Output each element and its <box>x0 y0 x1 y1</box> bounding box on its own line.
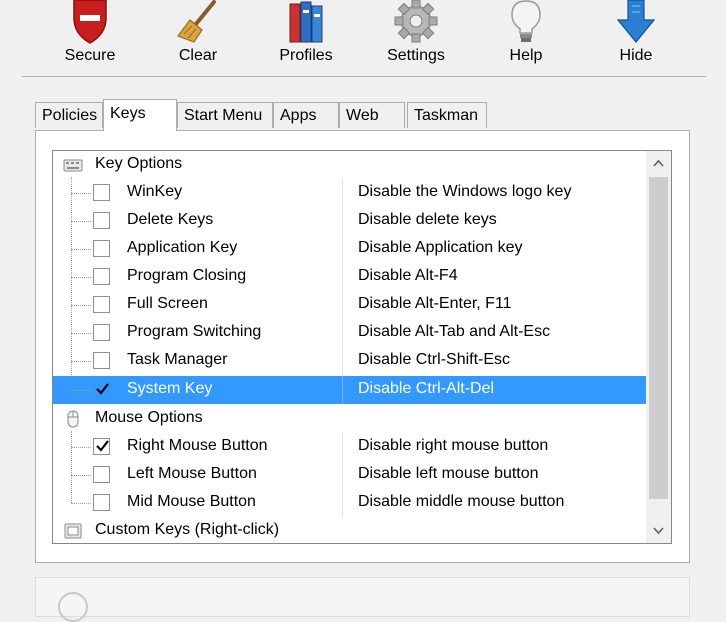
option-description: Disable Alt-Tab and Alt-Esc <box>358 323 551 340</box>
option-description: Disable Alt-Enter, F11 <box>358 295 512 312</box>
hide-button[interactable]: Hide <box>586 0 686 78</box>
option-row-application-key[interactable]: Application Key Disable Application key <box>53 235 646 263</box>
left-mouse-button-checkbox[interactable] <box>93 466 110 483</box>
full-screen-checkbox[interactable] <box>93 296 110 313</box>
option-description: Disable Application key <box>358 239 523 256</box>
task-manager-checkbox[interactable] <box>93 352 110 369</box>
profiles-label: Profiles <box>279 47 333 64</box>
option-name: Program Switching <box>127 323 262 340</box>
option-description: Disable delete keys <box>358 211 497 228</box>
mouse-icon <box>67 410 79 428</box>
toolbar: Secure Clear Profiles Settings Help Hide <box>0 0 726 78</box>
clear-button[interactable]: Clear <box>148 0 248 78</box>
group-label: Custom Keys (Right-click) <box>95 521 280 538</box>
option-row-mid-mouse-button[interactable]: Mid Mouse Button Disable middle mouse bu… <box>53 489 646 517</box>
chevron-up-icon <box>653 159 664 167</box>
option-name: Application Key <box>127 239 238 256</box>
delete-keys-checkbox[interactable] <box>93 212 110 229</box>
tree-content: Key Options WinKey Disable the Windows l… <box>53 151 646 543</box>
help-button[interactable]: Help <box>476 0 576 78</box>
option-name: Left Mouse Button <box>127 465 257 482</box>
secure-button[interactable]: Secure <box>40 0 140 78</box>
option-name: Right Mouse Button <box>127 437 268 454</box>
custom-keys-icon <box>64 523 82 539</box>
option-row-program-switching[interactable]: Program Switching Disable Alt-Tab and Al… <box>53 319 646 347</box>
program-closing-checkbox[interactable] <box>93 268 110 285</box>
option-name: Full Screen <box>127 295 208 312</box>
chevron-down-icon <box>653 527 664 535</box>
mid-mouse-button-checkbox[interactable] <box>93 494 110 511</box>
scroll-up-button[interactable] <box>646 151 671 175</box>
hide-label: Hide <box>619 47 653 64</box>
option-row-right-mouse-button[interactable]: Right Mouse Button Disable right mouse b… <box>53 433 646 461</box>
tab-start-menu[interactable]: Start Menu <box>177 102 273 128</box>
option-description: Disable Ctrl-Alt-Del <box>358 380 495 397</box>
gear-icon <box>394 0 438 43</box>
keyboard-icon <box>63 159 83 172</box>
checkmark-icon <box>96 383 109 395</box>
shield-icon <box>73 0 107 44</box>
status-icon <box>58 592 88 622</box>
group-key-options[interactable]: Key Options <box>53 151 646 179</box>
option-row-system-key[interactable]: System Key Disable Ctrl-Alt-Del <box>53 376 646 404</box>
program-switching-checkbox[interactable] <box>93 324 110 341</box>
profiles-button[interactable]: Profiles <box>256 0 356 78</box>
option-row-task-manager[interactable]: Task Manager Disable Ctrl-Shift-Esc <box>53 347 646 375</box>
options-tree: Key Options WinKey Disable the Windows l… <box>52 150 672 544</box>
status-area <box>35 577 690 617</box>
tab-keys[interactable]: Keys <box>103 99 177 131</box>
option-row-left-mouse-button[interactable]: Left Mouse Button Disable left mouse but… <box>53 461 646 489</box>
option-row-winkey[interactable]: WinKey Disable the Windows logo key <box>53 179 646 207</box>
option-description: Disable Alt-F4 <box>358 267 458 284</box>
down-arrow-icon <box>616 0 656 43</box>
scroll-down-button[interactable] <box>646 519 671 543</box>
option-name: Program Closing <box>127 267 247 284</box>
vertical-scrollbar[interactable] <box>646 151 671 543</box>
group-mouse-options[interactable]: Mouse Options <box>53 405 646 433</box>
option-name: Delete Keys <box>127 211 214 228</box>
option-row-program-closing[interactable]: Program Closing Disable Alt-F4 <box>53 263 646 291</box>
tab-taskman[interactable]: Taskman <box>407 102 487 128</box>
option-name: Task Manager <box>127 351 228 368</box>
option-name: Mid Mouse Button <box>127 493 256 510</box>
scroll-thumb[interactable] <box>649 177 668 499</box>
option-name: WinKey <box>127 183 183 200</box>
clear-label: Clear <box>178 47 218 64</box>
tab-web[interactable]: Web <box>339 102 405 128</box>
tab-policies[interactable]: Policies <box>35 102 103 128</box>
option-description: Disable the Windows logo key <box>358 183 572 200</box>
option-description: Disable left mouse button <box>358 465 539 482</box>
option-description: Disable Ctrl-Shift-Esc <box>358 351 511 368</box>
group-label: Key Options <box>95 155 183 172</box>
settings-label: Settings <box>387 47 445 64</box>
keys-panel: Key Options WinKey Disable the Windows l… <box>35 130 690 563</box>
secure-label: Secure <box>64 47 116 64</box>
settings-button[interactable]: Settings <box>366 0 466 78</box>
help-label: Help <box>509 47 543 64</box>
lightbulb-icon <box>511 0 541 42</box>
option-description: Disable middle mouse button <box>358 493 565 510</box>
application-key-checkbox[interactable] <box>93 240 110 257</box>
books-icon <box>289 1 323 43</box>
option-row-delete-keys[interactable]: Delete Keys Disable delete keys <box>53 207 646 235</box>
group-custom-keys[interactable]: Custom Keys (Right-click) <box>53 517 646 543</box>
checkmark-icon <box>96 440 109 452</box>
option-name: System Key <box>127 380 213 397</box>
system-key-checkbox[interactable] <box>93 381 110 398</box>
right-mouse-button-checkbox[interactable] <box>93 438 110 455</box>
option-description: Disable right mouse button <box>358 437 549 454</box>
broom-icon <box>177 0 216 43</box>
toolbar-divider <box>22 76 706 77</box>
option-row-full-screen[interactable]: Full Screen Disable Alt-Enter, F11 <box>53 291 646 319</box>
tab-apps[interactable]: Apps <box>273 102 339 128</box>
group-label: Mouse Options <box>95 409 203 426</box>
winkey-checkbox[interactable] <box>93 184 110 201</box>
